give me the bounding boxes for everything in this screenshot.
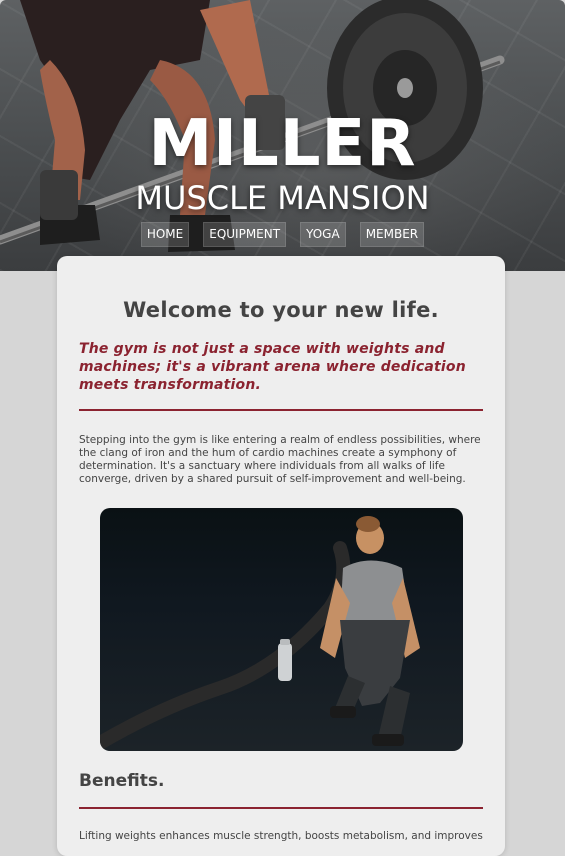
tagline: The gym is not just a space with weights… bbox=[79, 341, 466, 393]
main-nav: HOME EQUIPMENT YOGA MEMBER bbox=[0, 222, 565, 247]
nav-member-link[interactable]: MEMBER bbox=[359, 222, 425, 247]
divider bbox=[79, 409, 483, 411]
site-title: MILLER bbox=[148, 107, 417, 181]
site-subtitle: MUSCLE MANSION bbox=[135, 179, 430, 217]
welcome-heading: Welcome to your new life. bbox=[123, 298, 439, 322]
benefits-paragraph: Lifting weights enhances muscle strength… bbox=[79, 830, 483, 842]
benefits-heading: Benefits. bbox=[79, 771, 165, 791]
divider bbox=[79, 807, 483, 809]
content-card: Welcome to your new life. The gym is not… bbox=[57, 256, 505, 856]
intro-paragraph: Stepping into the gym is like entering a… bbox=[79, 434, 481, 485]
nav-equipment-link[interactable]: EQUIPMENT bbox=[203, 222, 287, 247]
athlete-photo bbox=[100, 508, 463, 751]
hero-banner: MILLER MUSCLE MANSION HOME EQUIPMENT YOG… bbox=[0, 0, 565, 271]
nav-yoga-link[interactable]: YOGA bbox=[300, 222, 346, 247]
nav-home-link[interactable]: HOME bbox=[140, 222, 190, 247]
